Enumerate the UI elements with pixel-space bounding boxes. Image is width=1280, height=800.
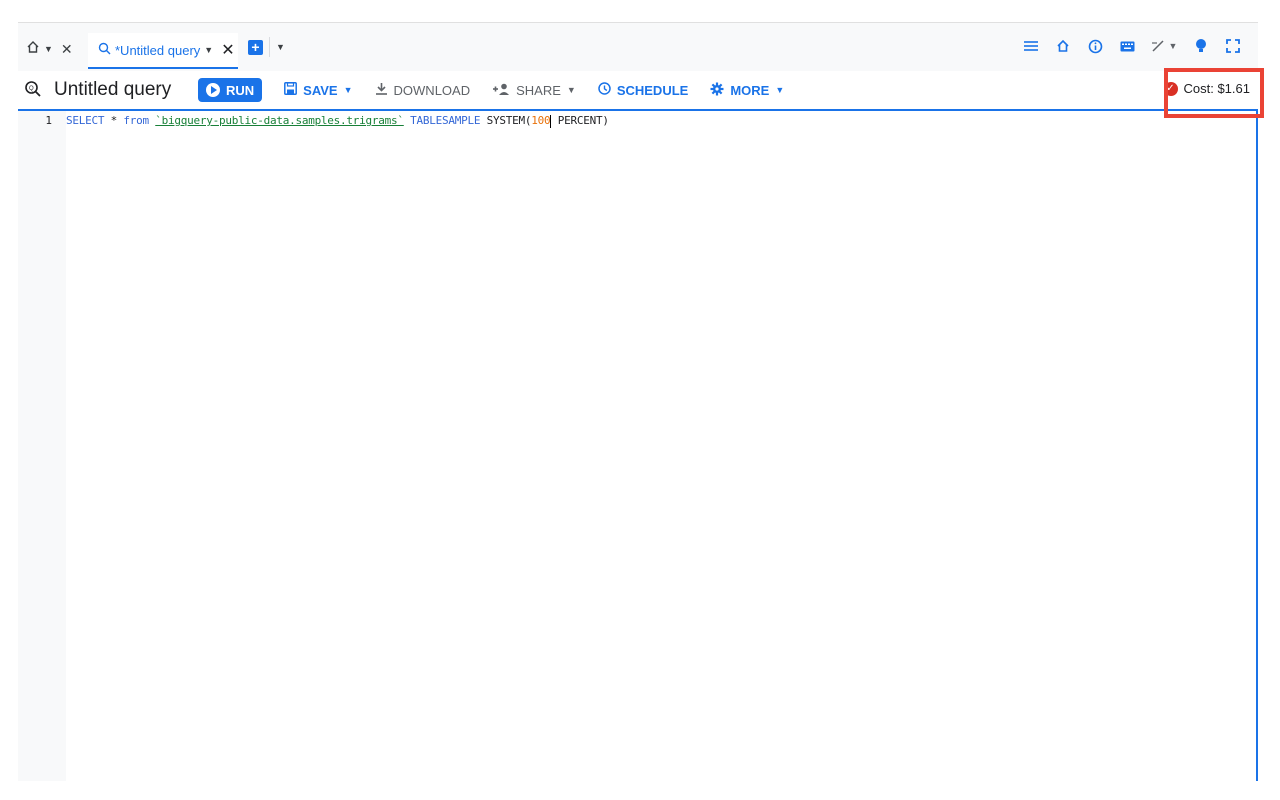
cost-highlight-box [1164, 68, 1264, 118]
keyword-from: from [123, 114, 149, 127]
chevron-down-icon[interactable]: ▼ [204, 45, 213, 55]
table-reference[interactable]: `bigquery-public-data.samples.trigrams` [155, 114, 404, 127]
sql-editor[interactable]: 1 SELECT * from `bigquery-public-data.sa… [18, 111, 1258, 781]
number-literal: 100 [531, 114, 551, 127]
bigquery-editor-window: ▼ ✕ *Untitled query ▼ ✕ + ▼ ▼ Q Untitled… [18, 22, 1258, 781]
share-icon [492, 83, 510, 98]
more-label: MORE [730, 82, 770, 98]
share-button[interactable]: SHARE ▼ [492, 83, 576, 98]
run-label: RUN [226, 82, 255, 98]
chevron-down-icon[interactable]: ▼ [1169, 41, 1178, 51]
download-icon [375, 82, 388, 98]
new-tab-group: + ▼ [248, 37, 285, 57]
chevron-down-icon: ▼ [566, 85, 576, 95]
download-button[interactable]: DOWNLOAD [375, 82, 471, 98]
chevron-down-icon: ▼ [775, 85, 785, 95]
line-number: 1 [45, 114, 52, 127]
home-icon[interactable] [26, 40, 40, 59]
token-star: * [104, 114, 124, 127]
download-label: DOWNLOAD [393, 82, 471, 98]
run-button[interactable]: RUN [198, 78, 263, 102]
schedule-label: SCHEDULE [616, 82, 689, 98]
pen-icon[interactable]: ▼ [1150, 37, 1178, 55]
home-tab[interactable]: ▼ ✕ [26, 37, 73, 61]
info-icon[interactable] [1086, 37, 1104, 55]
chevron-down-icon: ▼ [343, 85, 353, 95]
schedule-icon [598, 82, 611, 98]
divider [269, 37, 270, 57]
svg-text:Q: Q [29, 86, 34, 92]
keyword-select: SELECT [66, 114, 105, 127]
query-icon: Q [24, 80, 42, 98]
add-tab-icon[interactable]: + [248, 39, 263, 55]
save-icon [284, 82, 298, 98]
fullscreen-icon[interactable] [1224, 37, 1242, 55]
house-icon[interactable] [1054, 37, 1072, 55]
close-icon[interactable]: ✕ [61, 41, 73, 58]
schedule-button[interactable]: SCHEDULE [598, 82, 689, 98]
save-label: SAVE [303, 82, 338, 98]
share-label: SHARE [516, 82, 561, 98]
token-percent: PERCENT) [551, 114, 609, 127]
save-button[interactable]: SAVE ▼ [284, 82, 353, 98]
toolbar-buttons: RUN SAVE ▼ DOWNLOAD SHARE ▼ SCHEDULE MOR… [198, 78, 784, 102]
code-line[interactable]: SELECT * from `bigquery-public-data.samp… [66, 114, 609, 128]
gear-icon [710, 82, 724, 99]
page-title: Untitled query [54, 79, 172, 100]
keyboard-icon[interactable] [1118, 37, 1136, 55]
editor-focus-border [1256, 111, 1258, 781]
tab-tools: ▼ [1022, 37, 1242, 55]
bulb-icon[interactable] [1192, 37, 1210, 55]
keyword-tablesample: TABLESAMPLE [410, 114, 481, 127]
tab-label: *Untitled query [115, 42, 201, 58]
chevron-down-icon[interactable]: ▼ [276, 42, 285, 52]
list-icon[interactable] [1022, 37, 1040, 55]
tab-untitled-query[interactable]: *Untitled query ▼ ✕ [88, 33, 238, 69]
play-icon [206, 83, 220, 97]
query-toolbar: Q Untitled query RUN SAVE ▼ DOWNLOAD SHA… [18, 71, 1258, 111]
token-system: SYSTEM( [486, 114, 532, 127]
more-button[interactable]: MORE ▼ [710, 82, 784, 99]
chevron-down-icon[interactable]: ▼ [44, 44, 53, 54]
query-icon [98, 42, 111, 58]
line-gutter: 1 [18, 111, 66, 781]
close-icon[interactable]: ✕ [221, 40, 234, 60]
tab-bar: ▼ ✕ *Untitled query ▼ ✕ + ▼ ▼ [18, 23, 1258, 72]
